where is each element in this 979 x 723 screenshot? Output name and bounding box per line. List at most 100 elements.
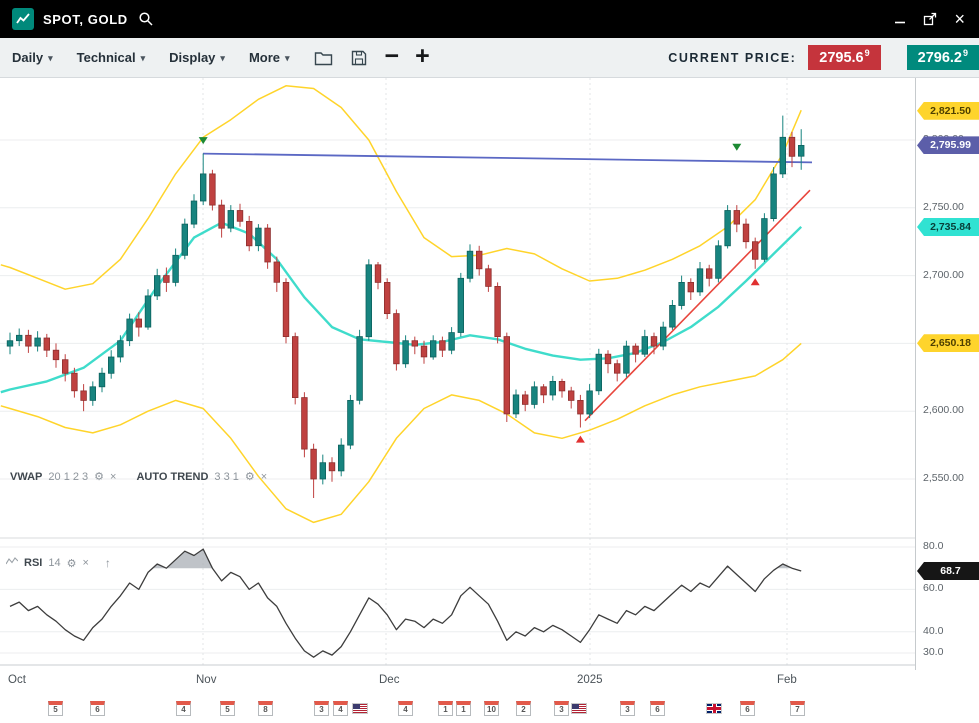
candle[interactable] (522, 395, 528, 405)
bollinger-lower-line[interactable] (1, 343, 801, 522)
candle[interactable] (440, 341, 446, 351)
candle[interactable] (697, 269, 703, 292)
candle[interactable] (173, 255, 179, 282)
candle[interactable] (164, 276, 170, 283)
economic-event-icon[interactable]: 3 (554, 701, 569, 716)
candle[interactable] (394, 314, 400, 364)
candle[interactable] (513, 395, 519, 414)
candle[interactable] (302, 398, 308, 450)
candle[interactable] (154, 276, 160, 296)
candle[interactable] (292, 337, 298, 398)
candle[interactable] (734, 211, 740, 225)
candle[interactable] (366, 265, 372, 337)
zoom-in-button[interactable]: + (415, 44, 430, 72)
economic-event-icon[interactable]: 6 (650, 701, 665, 716)
candle[interactable] (16, 335, 22, 340)
candle[interactable] (449, 333, 455, 351)
candle[interactable] (798, 145, 804, 156)
candle[interactable] (614, 364, 620, 374)
menu-display[interactable]: Display▾ (169, 50, 225, 65)
candle[interactable] (81, 391, 87, 401)
menu-daily[interactable]: Daily▾ (12, 50, 53, 65)
candle[interactable] (670, 305, 676, 327)
vwap-settings-icon[interactable]: ⚙ (94, 470, 104, 483)
economic-event-icon[interactable]: 10 (484, 701, 499, 716)
candle[interactable] (789, 137, 795, 156)
candle[interactable] (384, 282, 390, 313)
candle[interactable] (660, 327, 666, 346)
candle[interactable] (458, 278, 464, 332)
price-chart-canvas[interactable] (0, 78, 915, 668)
minimize-button[interactable] (894, 13, 906, 25)
candle[interactable] (357, 337, 363, 401)
candle[interactable] (495, 286, 501, 336)
buy-marker-icon[interactable] (751, 278, 760, 285)
candle[interactable] (35, 338, 41, 346)
popout-button[interactable] (923, 12, 937, 26)
candle[interactable] (430, 341, 436, 357)
horizontal-trendline[interactable] (203, 154, 812, 163)
price-axis[interactable]: 2,800.002,750.002,700.002,650.002,600.00… (915, 78, 979, 670)
autotrend-settings-icon[interactable]: ⚙ (245, 470, 255, 483)
candle[interactable] (541, 387, 547, 395)
candle[interactable] (550, 381, 556, 395)
candle[interactable] (44, 338, 50, 350)
economic-event-icon[interactable]: 4 (176, 701, 191, 716)
chart-area[interactable]: VWAP 20 1 2 3 ⚙ × AUTO TREND 3 3 1 ⚙ × R… (0, 78, 979, 723)
candle[interactable] (596, 354, 602, 391)
economic-event-icon[interactable]: 2 (516, 701, 531, 716)
candle[interactable] (559, 381, 565, 391)
close-button[interactable]: × (954, 10, 965, 28)
candle[interactable] (348, 400, 354, 445)
candle[interactable] (53, 350, 59, 360)
candle[interactable] (476, 251, 482, 269)
candle[interactable] (127, 319, 133, 341)
candle[interactable] (412, 341, 418, 346)
candle[interactable] (679, 282, 685, 305)
economic-event-icon[interactable]: 6 (740, 701, 755, 716)
rsi-collapse-icon[interactable]: ↑ (105, 556, 111, 570)
candle[interactable] (651, 337, 657, 347)
candle[interactable] (265, 228, 271, 262)
candle[interactable] (716, 246, 722, 278)
candle[interactable] (311, 449, 317, 479)
candle[interactable] (587, 391, 593, 414)
candle[interactable] (329, 463, 335, 471)
sell-marker-icon[interactable] (732, 144, 741, 151)
candle[interactable] (504, 337, 510, 414)
autotrend-remove-icon[interactable]: × (261, 471, 267, 483)
candle[interactable] (246, 221, 252, 245)
candle[interactable] (136, 319, 142, 327)
candle[interactable] (780, 137, 786, 174)
save-icon[interactable] (351, 50, 367, 66)
flag-icon-us[interactable] (571, 703, 587, 714)
candle[interactable] (568, 391, 574, 401)
candle[interactable] (99, 373, 105, 387)
candle[interactable] (486, 269, 492, 287)
candle[interactable] (145, 296, 151, 327)
candle[interactable] (642, 337, 648, 355)
candle[interactable] (605, 354, 611, 364)
candle[interactable] (752, 242, 758, 260)
candle[interactable] (200, 174, 206, 201)
economic-event-icon[interactable]: 5 (48, 701, 63, 716)
candle[interactable] (274, 262, 280, 282)
economic-event-icon[interactable]: 3 (314, 701, 329, 716)
candle[interactable] (421, 346, 427, 357)
economic-event-icon[interactable]: 4 (398, 701, 413, 716)
time-axis[interactable]: OctNovDec2025Feb (0, 670, 915, 692)
economic-event-icon[interactable]: 8 (258, 701, 273, 716)
vwap-remove-icon[interactable]: × (110, 471, 116, 483)
candle[interactable] (688, 282, 694, 292)
economic-event-icon[interactable]: 3 (620, 701, 635, 716)
candle[interactable] (191, 201, 197, 224)
candle[interactable] (26, 335, 32, 346)
candle[interactable] (7, 341, 13, 346)
candle[interactable] (237, 211, 243, 222)
auto-trend-line[interactable] (585, 190, 810, 421)
candle[interactable] (762, 219, 768, 260)
candle[interactable] (532, 387, 538, 405)
menu-technical[interactable]: Technical▾ (77, 50, 146, 65)
candle[interactable] (338, 445, 344, 471)
candle[interactable] (578, 400, 584, 414)
